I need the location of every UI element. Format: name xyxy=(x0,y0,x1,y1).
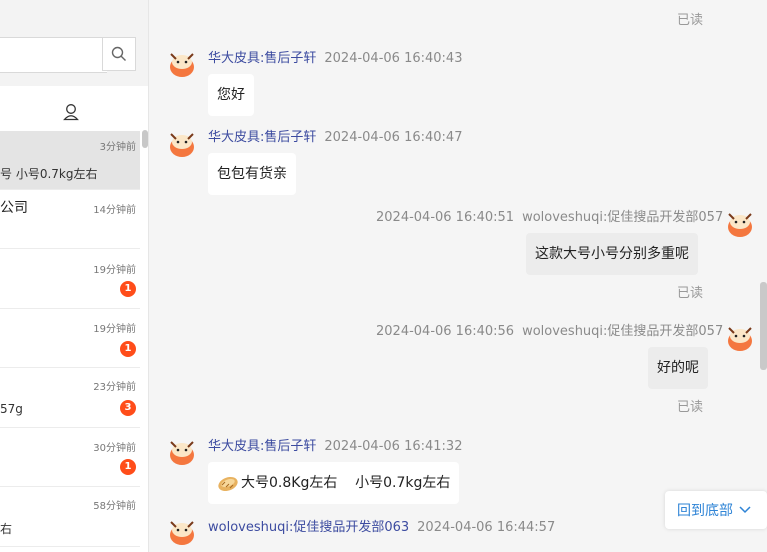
avatar-icon xyxy=(728,213,752,237)
sender-name: woloveshuqi:促佳搜品开发部063 xyxy=(208,520,410,535)
contacts-tab[interactable] xyxy=(60,101,82,123)
conversation-title: 公司 xyxy=(0,200,28,216)
conversation-item[interactable]: 58分钟前 右 xyxy=(0,488,140,547)
sender-name: woloveshuqi:促佳搜品开发部057 xyxy=(522,210,724,225)
conversation-time: 58分钟前 xyxy=(93,501,136,512)
message-bubble: 好的呢 xyxy=(648,347,708,389)
unread-badge: 1 xyxy=(120,281,136,297)
message-time: 2024-04-06 16:40:56 xyxy=(376,324,515,339)
sender-name: 华大皮具:售后子轩 xyxy=(208,439,317,454)
search-button[interactable] xyxy=(102,37,136,71)
message-bubble: 大号0.8Kg左右 小号0.7kg左右 xyxy=(208,462,460,504)
message-time: 2024-04-06 16:40:47 xyxy=(324,130,463,145)
chat-area: 已读 华大皮具:售后子轩 2024-04-06 16:40:43 您好 华大皮具:… xyxy=(149,0,767,552)
conversation-time: 23分钟前 xyxy=(93,382,136,393)
conversation-time: 3分钟前 xyxy=(99,142,136,153)
conversation-time: 19分钟前 xyxy=(93,324,136,335)
unread-badge: 1 xyxy=(120,459,136,475)
sender-name: 华大皮具:售后子轩 xyxy=(208,51,317,66)
conversation-scrollbar[interactable] xyxy=(142,130,148,148)
message-time: 2024-04-06 16:40:43 xyxy=(324,51,463,66)
conversation-item[interactable]: 19分钟前 1 xyxy=(0,250,140,309)
avatar-icon xyxy=(170,521,194,545)
read-status: 已读 xyxy=(677,400,704,415)
read-status: 已读 xyxy=(677,13,704,28)
conversation-item[interactable]: 23分钟前 57g 3 xyxy=(0,369,140,428)
bread-emoji xyxy=(218,476,238,492)
conversation-time: 14分钟前 xyxy=(93,205,136,216)
conversation-item[interactable]: 14分钟前 公司 xyxy=(0,190,140,249)
message-bubble: 这款大号小号分别多重呢 xyxy=(526,233,698,275)
conversation-preview: 57g xyxy=(0,402,23,416)
chat-scrollbar[interactable] xyxy=(760,282,767,370)
message-text: 大号0.8Kg左右 小号0.7kg左右 xyxy=(241,475,451,491)
chevron-down-icon xyxy=(739,506,751,514)
unread-badge: 3 xyxy=(120,400,136,416)
sender-name: woloveshuqi:促佳搜品开发部057 xyxy=(522,324,724,339)
sender-name: 华大皮具:售后子轩 xyxy=(208,130,317,145)
message-header: 2024-04-06 16:40:51 woloveshuqi:促佳搜品开发部05… xyxy=(376,206,723,225)
message-time: 2024-04-06 16:44:57 xyxy=(417,520,556,535)
avatar-icon xyxy=(170,133,194,157)
conversation-time: 30分钟前 xyxy=(93,443,136,454)
message-header: 华大皮具:售后子轩 2024-04-06 16:41:32 xyxy=(208,435,462,454)
message-header: 2024-04-06 16:40:56 woloveshuqi:促佳搜品开发部05… xyxy=(376,320,723,339)
message-bubble: 您好 xyxy=(208,74,254,116)
search-icon xyxy=(111,46,126,61)
avatar-icon xyxy=(170,53,194,77)
person-icon xyxy=(63,104,79,121)
conversation-panel: 3分钟前 号 小号0.7kg左右 14分钟前 公司 19分钟前 1 19分钟前 … xyxy=(0,0,149,552)
conversation-preview: 右 xyxy=(0,522,13,536)
conversation-item[interactable]: 30分钟前 1 xyxy=(0,428,140,487)
conversation-item[interactable]: 19分钟前 1 xyxy=(0,309,140,368)
avatar-icon xyxy=(728,327,752,351)
message-header: 华大皮具:售后子轩 2024-04-06 16:40:47 xyxy=(208,126,462,145)
conversation-item[interactable]: 3分钟前 号 小号0.7kg左右 xyxy=(0,131,140,190)
message-header: woloveshuqi:促佳搜品开发部063 2024-04-06 16:44:5… xyxy=(208,516,555,535)
avatar-icon xyxy=(170,441,194,465)
message-header: 华大皮具:售后子轩 2024-04-06 16:40:43 xyxy=(208,47,462,66)
message-time: 2024-04-06 16:41:32 xyxy=(324,439,463,454)
back-to-bottom-button[interactable]: 回到底部 xyxy=(665,491,767,529)
back-to-bottom-label: 回到底部 xyxy=(677,503,733,519)
message-time: 2024-04-06 16:40:51 xyxy=(376,210,515,225)
read-status: 已读 xyxy=(677,286,704,301)
conversation-time: 19分钟前 xyxy=(93,265,136,276)
search-input[interactable] xyxy=(0,37,107,73)
message-bubble: 包包有货亲 xyxy=(208,153,296,195)
conversation-preview: 号 小号0.7kg左右 xyxy=(0,167,98,181)
unread-badge: 1 xyxy=(120,341,136,357)
